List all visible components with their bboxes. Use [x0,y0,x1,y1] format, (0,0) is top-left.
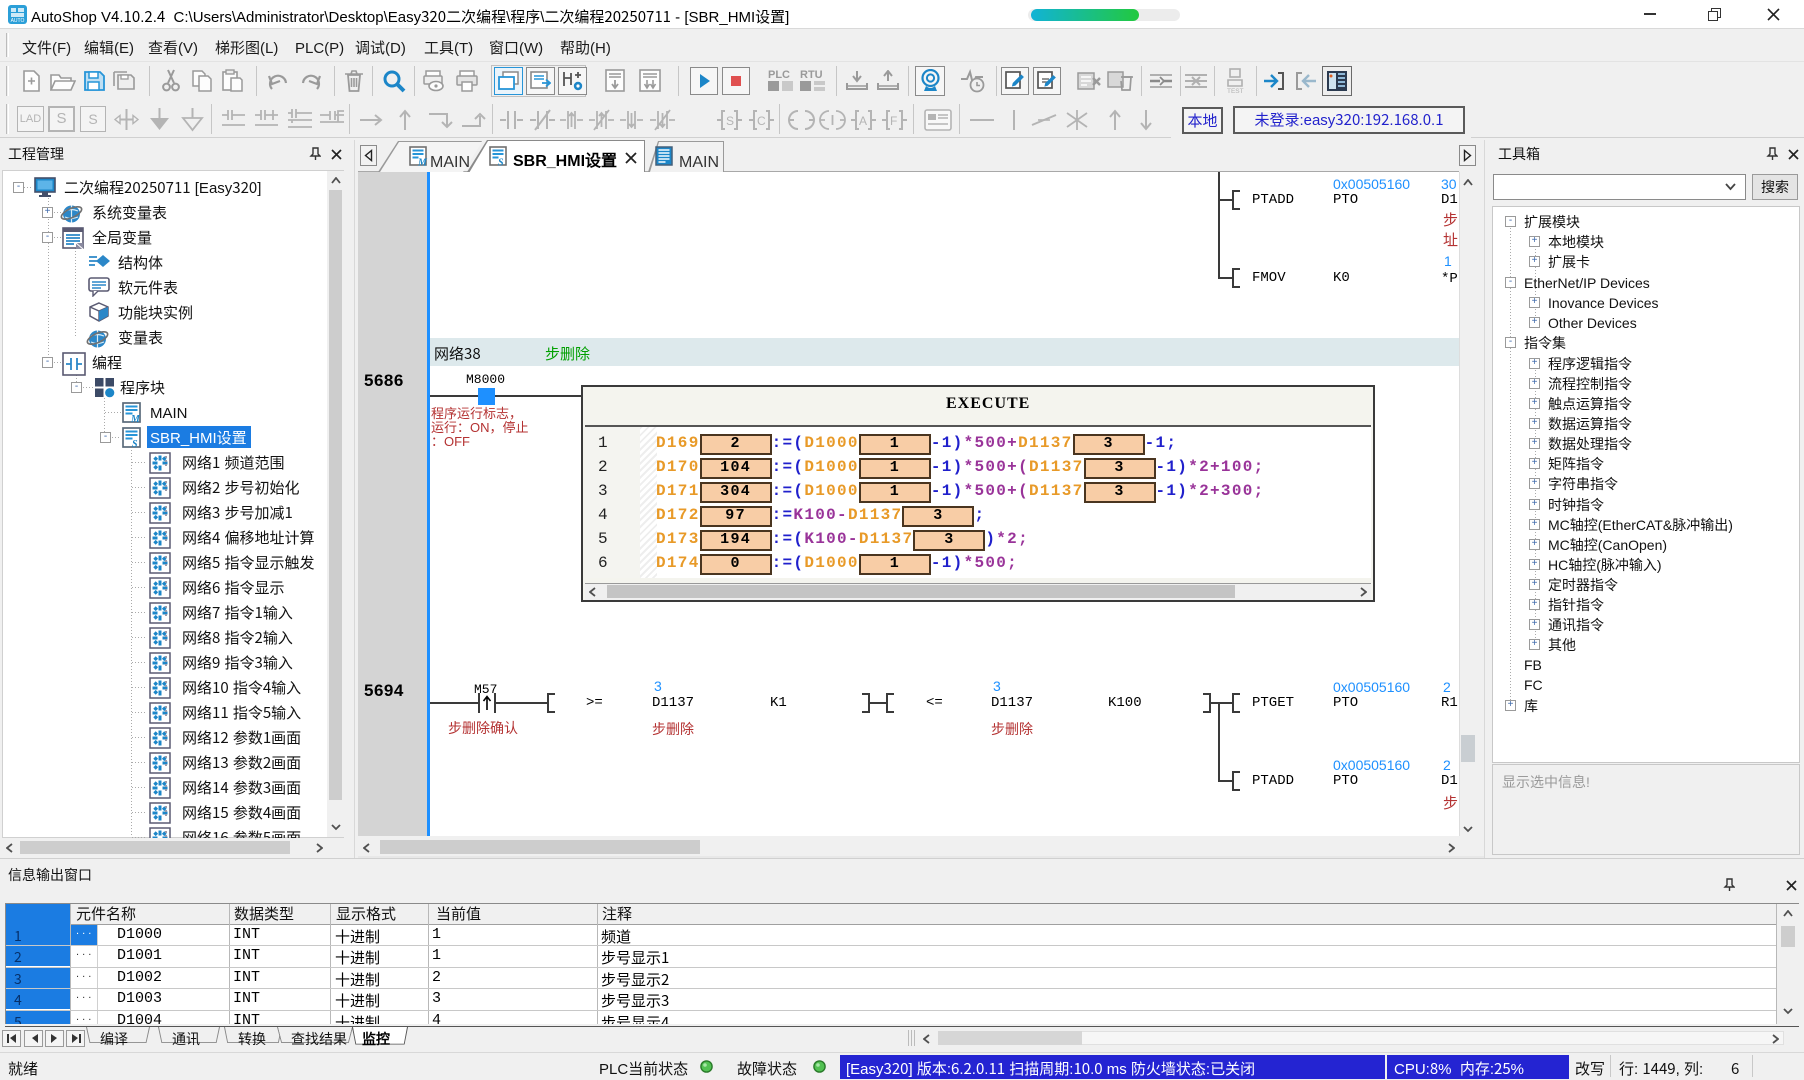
svg-text:PLC: PLC [768,69,790,81]
svg-text:S: S [726,114,734,128]
svg-text:S: S [132,439,138,449]
svg-text:C: C [757,114,766,128]
svg-text:AUTO: AUTO [11,18,25,24]
svg-text:M: M [130,414,141,424]
svg-text:TEST: TEST [1227,88,1244,95]
svg-text:M: M [417,158,428,168]
svg-text:S: S [498,158,504,168]
svg-text:F: F [890,114,897,128]
svg-text:RTU: RTU [800,69,823,81]
svg-text:A: A [859,114,867,128]
